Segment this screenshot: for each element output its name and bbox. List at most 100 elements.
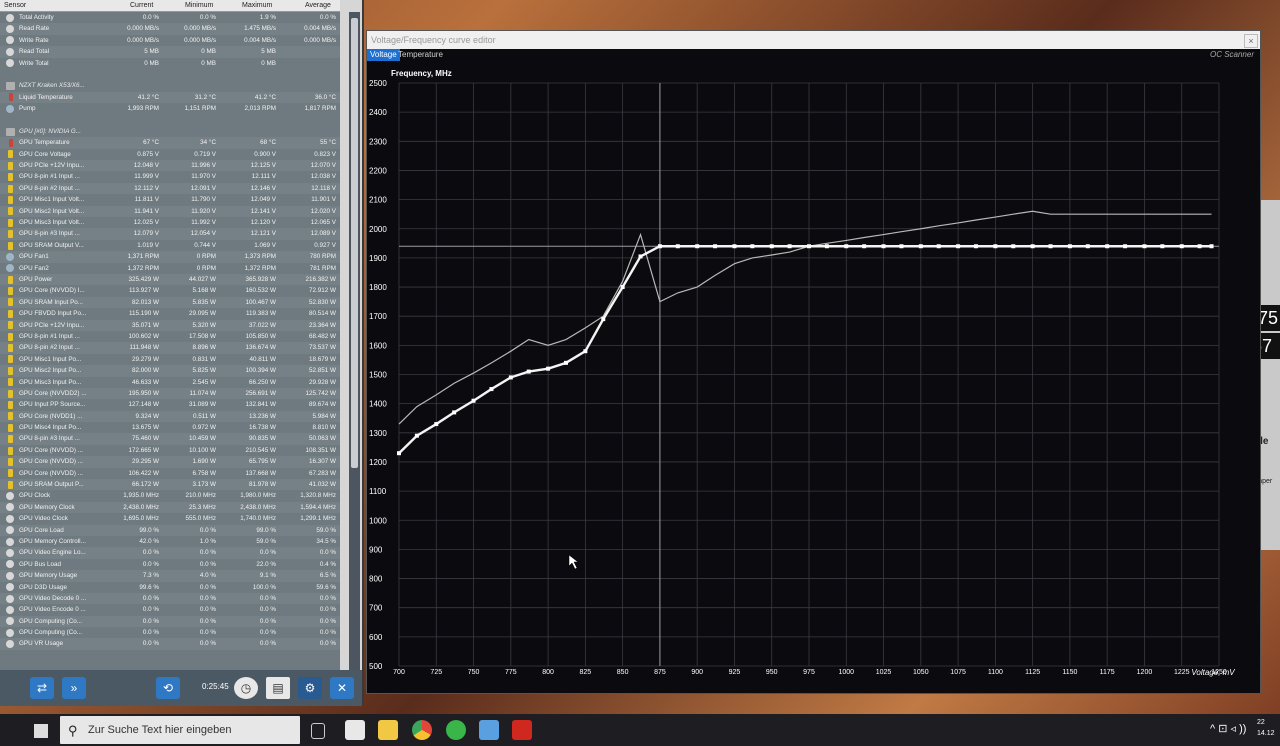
sensor-row[interactable]: GPU Misc3 Input Volt... 12.025 V 11.992 V 1… — [0, 217, 340, 228]
settings-gear-icon[interactable]: ⚙ — [298, 677, 322, 699]
sensor-row[interactable]: GPU SRAM Input Po... 82.013 W 5.835 W 100.4… — [0, 296, 340, 309]
start-button-icon[interactable] — [34, 724, 48, 738]
sensor-row[interactable]: GPU Memory Clock 2,438.0 MHz 25.3 MHz 2,438… — [0, 501, 340, 514]
navigate-left-right-icon[interactable]: ⇄ — [30, 677, 54, 699]
sensor-row[interactable]: GPU Video Encode 0 ... 0.0 % 0.0 % 0.0 % 0.0… — [0, 604, 340, 615]
sensor-row[interactable]: GPU Fan1 1,371 RPM 0 RPM 1,373 RPM 780 RPM — [0, 251, 340, 263]
sensor-row[interactable]: GPU Core Load 99.0 % 0.0 % 99.0 % 59.0 % — [0, 524, 340, 536]
sensor-row[interactable]: GPU Memory Controll... 42.0 % 1.0 % 59.0 % 3… — [0, 536, 340, 547]
sensor-name: GPU Memory Usage — [19, 572, 78, 580]
sensor-row[interactable]: GPU Video Engine Lo... 0.0 % 0.0 % 0.0 % 0.0… — [0, 547, 340, 559]
sensor-row[interactable]: GPU 8-pin #2 Input ... 111.948 W 8.896 W 13… — [0, 342, 340, 354]
sensor-maximum: 81.978 W — [249, 481, 276, 489]
column-average[interactable]: Average — [305, 0, 331, 11]
sensor-average: 55 °C — [320, 139, 336, 147]
navigate-right-icon[interactable]: » — [62, 677, 86, 699]
sensor-average: 73.537 W — [309, 344, 336, 352]
file-explorer-icon[interactable] — [378, 720, 398, 740]
column-minimum[interactable]: Minimum — [185, 0, 213, 11]
sensor-row[interactable]: GPU Video Decode 0 ... 0.0 % 0.0 % 0.0 % 0.0… — [0, 592, 340, 605]
column-current[interactable]: Current — [130, 0, 153, 11]
sensor-row[interactable]: Write Rate 0.000 MB/s 0.000 MB/s 0.004 MB/s… — [0, 35, 340, 46]
store-icon[interactable] — [345, 720, 365, 740]
sensor-row[interactable]: GPU Video Clock 1,695.0 MHz 555.0 MHz 1,740… — [0, 513, 340, 524]
sensor-row[interactable]: GPU Core (NVVDD) ... 106.422 W 6.758 W 137.… — [0, 468, 340, 479]
sensor-icon — [6, 549, 14, 558]
x-tick-label: 1125 — [1025, 669, 1040, 676]
sensor-row[interactable]: GPU Misc1 Input Volt... 11.811 V 11.790 V 1… — [0, 194, 340, 205]
network-icon[interactable]: ⟲ — [156, 677, 180, 699]
sensor-row[interactable]: Liquid Temperature 41.2 °C 31.2 °C 41.2 °C 3… — [0, 91, 340, 104]
task-view-icon[interactable] — [311, 723, 325, 739]
sensor-row[interactable]: GPU PCIe +12V Inpu... 12.048 V 11.996 V 12.… — [0, 160, 340, 172]
sensor-row[interactable]: GPU 8-pin #2 Input ... 12.112 V 12.091 V 12… — [0, 182, 340, 195]
x-tick-label: 900 — [691, 669, 703, 676]
sensor-row[interactable]: GPU Core (NVVDD2) ... 195.950 W 11.074 W 25… — [0, 387, 340, 400]
sensor-row[interactable]: GPU Core (NVVDD) ... 172.665 W 10.100 W 210… — [0, 445, 340, 456]
oc-scanner-label[interactable]: OC Scanner — [1210, 49, 1254, 61]
clock-icon[interactable]: ◷ — [234, 677, 258, 699]
sensor-row[interactable]: GPU Temperature 67 °C 34 °C 68 °C 55 °C — [0, 137, 340, 149]
sensor-row[interactable]: GPU Misc2 Input Volt... 11.941 V 11.920 V 1… — [0, 205, 340, 218]
sensor-maximum: 1.475 MB/s — [244, 25, 276, 33]
sensor-row[interactable]: GPU Core Voltage 0.875 V 0.719 V 0.900 V 0.8… — [0, 149, 340, 160]
sensor-row[interactable]: GPU Misc3 Input Po... 46.633 W 2.545 W 66.2… — [0, 377, 340, 388]
sensor-row[interactable]: GPU Core (NVVDD) I... 113.927 W 5.168 W 160… — [0, 285, 340, 296]
y-tick-label: 600 — [369, 633, 383, 642]
sensor-row[interactable]: GPU Computing (Co... 0.0 % 0.0 % 0.0 % 0.0 % — [0, 615, 340, 628]
sensor-row[interactable]: Write Total 0 MB 0 MB 0 MB — [0, 58, 340, 69]
sensor-row[interactable]: GPU 8-pin #1 Input ... 11.999 V 11.970 V 12… — [0, 171, 340, 182]
taskbar-search[interactable]: ⚲ Zur Suche Text hier eingeben — [60, 716, 300, 744]
sensor-row[interactable]: GPU SRAM Output P... 66.172 W 3.173 W 81.97… — [0, 479, 340, 491]
sensor-row[interactable]: Pump 1,993 RPM 1,151 RPM 2,013 RPM 1,817 RPM — [0, 103, 340, 114]
tab-temperature[interactable]: Temperature — [395, 49, 446, 61]
sensor-group-row[interactable]: GPU [#0]: NVIDIA G... — [0, 126, 340, 137]
sensor-row[interactable]: GPU Misc2 Input Po... 82.000 W 5.825 W 100.… — [0, 365, 340, 377]
sensor-row[interactable]: Read Rate 0.000 MB/s 0.000 MB/s 1.475 MB/s 0… — [0, 23, 340, 35]
sensor-row[interactable]: GPU D3D Usage 99.6 % 0.0 % 100.0 % 59.6 % — [0, 582, 340, 593]
sensor-row[interactable]: GPU Computing (Co... 0.0 % 0.0 % 0.0 % 0.0 % — [0, 627, 340, 638]
sensor-minimum: 6.758 W — [192, 469, 216, 477]
sensor-row[interactable]: GPU Misc4 Input Po... 13.675 W 0.972 W 16.7… — [0, 422, 340, 433]
taskbar-clock[interactable]: 22 14.12 — [1257, 717, 1275, 739]
column-maximum[interactable]: Maximum — [242, 0, 272, 11]
close-icon[interactable]: × — [1244, 34, 1258, 48]
sensor-row[interactable]: GPU Core (NVVDD) ... 29.295 W 1.690 W 65.79… — [0, 456, 340, 468]
system-tray[interactable]: ^ ⊡ ◃ )) — [1210, 722, 1246, 735]
sensor-row[interactable]: Total Activity 0.0 % 0.0 % 1.9 % 0.0 % — [0, 12, 340, 23]
sensor-row[interactable]: GPU Power 325.429 W 44.027 W 365.928 W 216.3… — [0, 273, 340, 286]
whatsapp-icon[interactable] — [446, 720, 466, 740]
sensor-row[interactable]: GPU Fan2 1,372 RPM 0 RPM 1,372 RPM 781 RPM — [0, 263, 340, 274]
sensor-row[interactable]: GPU Input PP Source... 127.148 W 31.089 W 1… — [0, 399, 340, 410]
sensor-group-row[interactable]: NZXT Kraken X53/X6... — [0, 80, 340, 91]
close-x-icon[interactable]: ✕ — [330, 677, 354, 699]
calculator-icon[interactable] — [479, 720, 499, 740]
curve-point — [973, 244, 978, 249]
sensor-row[interactable]: GPU Clock 1,935.0 MHz 210.0 MHz 1,980.0 MHz… — [0, 490, 340, 501]
sensor-row[interactable]: GPU FBVDD Input Po... 115.190 W 29.095 W 11… — [0, 308, 340, 319]
sensor-row[interactable]: GPU 8-pin #3 Input ... 12.079 V 12.054 V 12… — [0, 228, 340, 240]
sensor-row[interactable]: GPU PCIe +12V Inpu... 35.071 W 5.320 W 37.0… — [0, 319, 340, 331]
report-icon[interactable]: ▤ — [266, 677, 290, 699]
sensor-row[interactable]: GPU Memory Usage 7.3 % 4.0 % 9.1 % 6.5 % — [0, 570, 340, 582]
x-tick-label: 1075 — [950, 669, 966, 676]
sensor-icon — [6, 617, 14, 626]
sensor-scrollbar[interactable] — [349, 12, 360, 670]
msi-afterburner-icon[interactable] — [512, 720, 532, 740]
window-titlebar[interactable]: Voltage/Frequency curve editor × — [367, 31, 1260, 49]
sensor-row[interactable]: GPU Misc1 Input Po... 29.279 W 0.831 W 40.8… — [0, 354, 340, 365]
y-tick-label: 1300 — [369, 429, 387, 438]
column-sensor[interactable]: Sensor — [4, 0, 26, 11]
sensor-row[interactable]: GPU VR Usage 0.0 % 0.0 % 0.0 % 0.0 % — [0, 638, 340, 650]
sensor-row[interactable]: GPU SRAM Output V... 1.019 V 0.744 V 1.069 … — [0, 240, 340, 251]
sensor-list[interactable]: Total Activity 0.0 % 0.0 % 1.9 % 0.0 % Read R… — [0, 12, 340, 670]
scrollbar-thumb[interactable] — [351, 18, 358, 468]
voltage-icon — [8, 173, 13, 182]
chrome-icon[interactable] — [412, 720, 432, 740]
sensor-row[interactable]: GPU 8-pin #3 Input ... 75.460 W 10.459 W 90… — [0, 433, 340, 445]
sensor-row[interactable]: GPU Bus Load 0.0 % 0.0 % 22.0 % 0.4 % — [0, 559, 340, 570]
sensor-row[interactable]: GPU Core (NVDD1) ... 9.324 W 0.511 W 13.236… — [0, 410, 340, 423]
vf-curve-chart[interactable]: 500 600 700 800 900 1000 1100 1200 1300 1400 1500 1… — [367, 61, 1260, 693]
sensor-row[interactable]: Read Total 5 MB 0 MB 5 MB — [0, 46, 340, 58]
sensor-row[interactable]: GPU 8-pin #1 Input ... 100.602 W 17.508 W 1… — [0, 331, 340, 342]
